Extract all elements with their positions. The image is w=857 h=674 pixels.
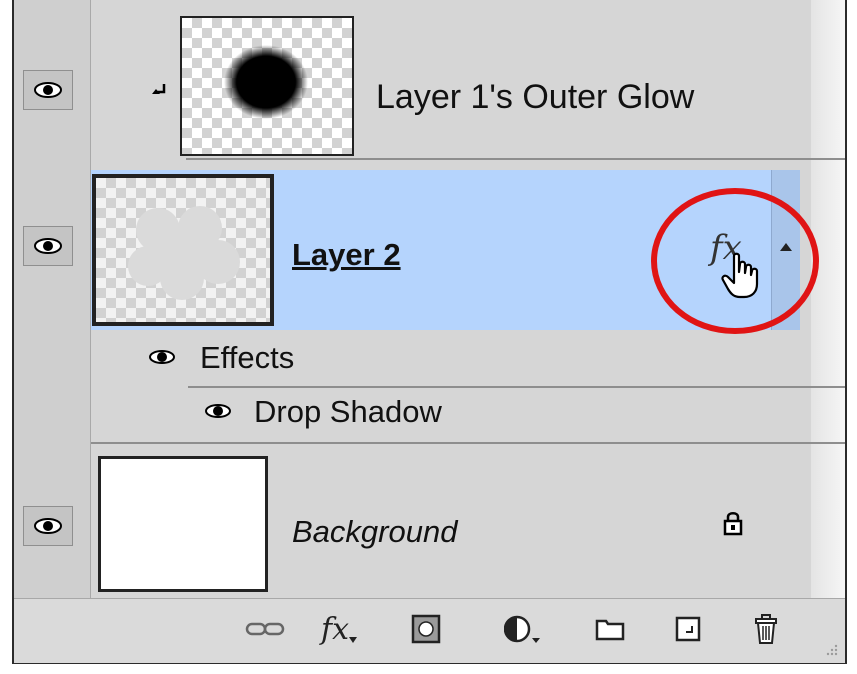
new-adjustment-layer-button[interactable] xyxy=(500,611,544,647)
background-visibility-toggle[interactable] xyxy=(23,506,73,546)
add-layer-mask-button[interactable] xyxy=(406,611,446,647)
layer-name[interactable]: Layer 2 xyxy=(292,237,401,273)
effects-label: Effects xyxy=(200,340,295,375)
trash-icon xyxy=(755,614,777,644)
link-layers-button[interactable] xyxy=(242,611,288,647)
new-layer-icon xyxy=(675,616,701,642)
panel-right-edge xyxy=(811,0,845,598)
layer-2-visibility-toggle[interactable] xyxy=(23,226,73,266)
dropdown-caret-icon xyxy=(349,637,358,643)
new-group-button[interactable] xyxy=(592,611,628,647)
link-icon xyxy=(245,622,285,636)
delete-layer-button[interactable] xyxy=(748,611,784,647)
lock-icon xyxy=(723,512,743,536)
eye-icon[interactable] xyxy=(148,348,176,366)
effect-name: Drop Shadow xyxy=(254,394,442,429)
layer-thumbnail xyxy=(180,16,354,156)
layer-thumbnail xyxy=(92,174,274,326)
layer-name: Background xyxy=(292,514,458,549)
resize-grip-icon[interactable] xyxy=(821,639,839,657)
layer-1-glow-visibility-toggle[interactable] xyxy=(23,70,73,110)
add-layer-style-button[interactable]: fx xyxy=(314,611,364,647)
glow-blob xyxy=(224,45,308,119)
eye-icon xyxy=(34,238,62,254)
adjustment-icon xyxy=(504,615,540,643)
layers-panel: Layer 1's Outer Glow Layer 2 fx Effects … xyxy=(12,0,847,664)
soft-shape xyxy=(128,206,240,300)
clipping-arrow-icon xyxy=(152,84,166,94)
row-divider xyxy=(91,442,845,444)
row-divider xyxy=(186,158,845,160)
new-layer-button[interactable] xyxy=(670,611,706,647)
layer-thumbnail xyxy=(98,456,268,592)
highlight-circle xyxy=(651,188,819,334)
fx-icon: fx xyxy=(320,611,350,647)
layers-footer-toolbar: fx xyxy=(14,598,845,663)
eye-icon xyxy=(34,82,62,98)
row-divider xyxy=(188,386,845,388)
visibility-column xyxy=(14,0,91,598)
mask-icon xyxy=(411,614,441,644)
eye-icon xyxy=(34,518,62,534)
folder-icon xyxy=(595,619,625,641)
eye-icon[interactable] xyxy=(204,402,232,420)
layer-name: Layer 1's Outer Glow xyxy=(376,78,695,116)
